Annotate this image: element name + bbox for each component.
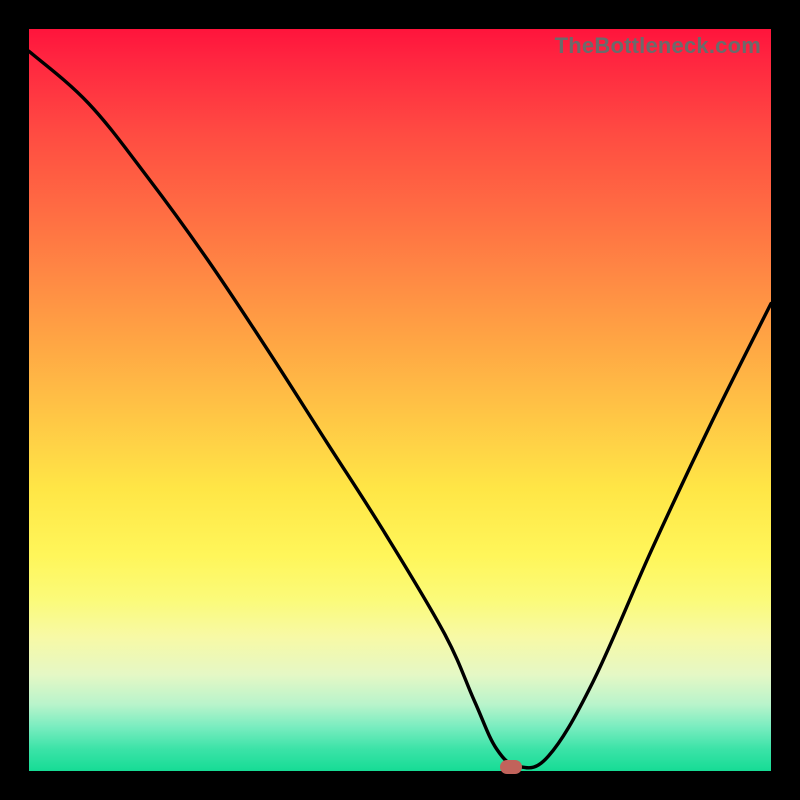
plot-area: TheBottleneck.com <box>29 29 771 771</box>
bottleneck-curve <box>29 51 771 768</box>
curve-layer <box>29 29 771 771</box>
chart-frame: TheBottleneck.com <box>0 0 800 800</box>
optimal-point-marker <box>500 760 522 774</box>
